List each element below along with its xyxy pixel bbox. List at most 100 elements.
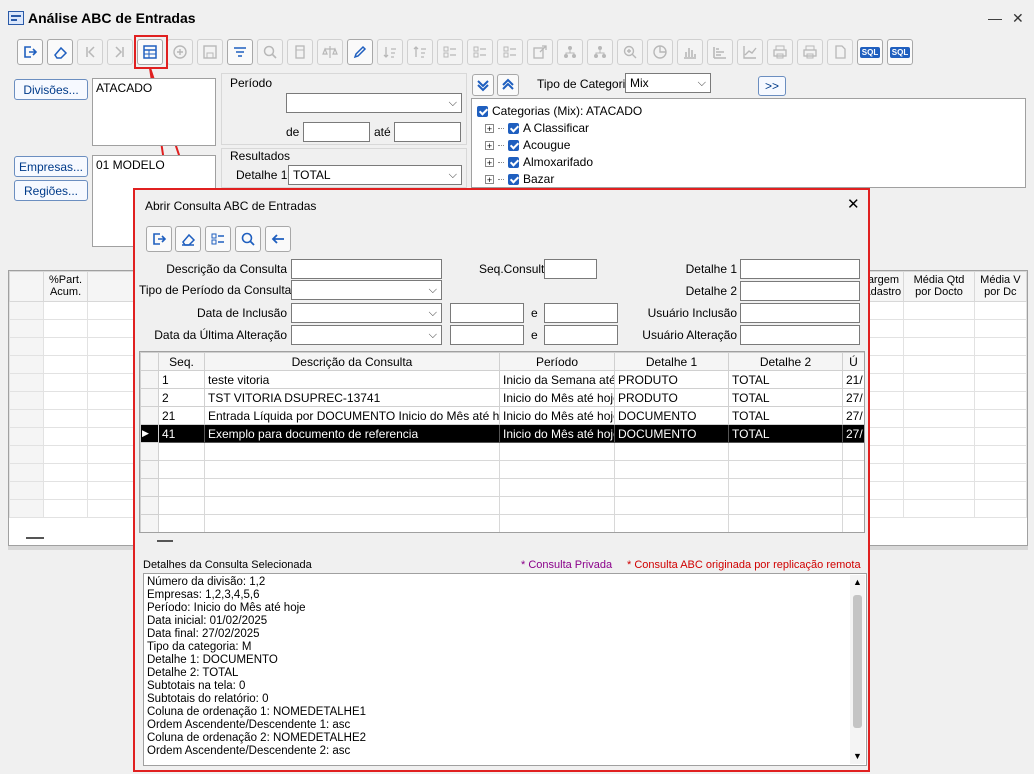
- grid-cell[interactable]: [9, 391, 44, 410]
- grid-cell[interactable]: [42, 301, 89, 320]
- table-cell[interactable]: [614, 460, 729, 479]
- table-row[interactable]: ▶ 41 Exemplo para documento de referencia I…: [140, 424, 864, 443]
- table-cell[interactable]: TOTAL: [728, 424, 843, 443]
- data-inclusao-ate-input[interactable]: [544, 303, 618, 323]
- table-row[interactable]: 1teste vitoriaInicio da Semana até hoPRO…: [140, 370, 864, 389]
- grid-cell[interactable]: [42, 445, 89, 464]
- table-cell[interactable]: [158, 460, 205, 479]
- data-inclusao-de-input[interactable]: [450, 303, 524, 323]
- detalhe1-filter-input[interactable]: [740, 259, 860, 279]
- column-header[interactable]: Descrição da Consulta: [204, 352, 500, 371]
- data-de-input[interactable]: [303, 122, 370, 142]
- table-cell[interactable]: [158, 496, 205, 515]
- table-cell[interactable]: TOTAL: [728, 388, 843, 407]
- grid-cell[interactable]: [903, 373, 975, 392]
- calc-icon[interactable]: [287, 39, 313, 65]
- table-scroll-thumb[interactable]: [157, 540, 173, 542]
- zoom-icon[interactable]: [617, 39, 643, 65]
- table-cell[interactable]: 21: [158, 406, 205, 425]
- list-check2-icon[interactable]: [497, 39, 523, 65]
- table-cell[interactable]: Inicio do Mês até hoje: [499, 406, 615, 425]
- data-alteracao-de-input[interactable]: [450, 325, 524, 345]
- search-icon[interactable]: [235, 226, 261, 252]
- expand-icon[interactable]: +: [485, 140, 494, 150]
- table-cell[interactable]: TOTAL: [728, 406, 843, 425]
- seq-input[interactable]: [544, 259, 597, 279]
- table-cell[interactable]: [728, 496, 843, 515]
- column-header[interactable]: Detalhe 1: [614, 352, 729, 371]
- table-cell[interactable]: 27/: [842, 406, 864, 425]
- expand-icon[interactable]: +: [485, 174, 494, 184]
- table-cell[interactable]: 1: [158, 370, 205, 389]
- grid-cell[interactable]: [903, 301, 975, 320]
- checkbox-icon[interactable]: [508, 156, 519, 168]
- table-cell[interactable]: [842, 496, 864, 515]
- table-cell[interactable]: [842, 478, 864, 497]
- grid-cell[interactable]: [42, 409, 89, 428]
- grid-cell[interactable]: [42, 427, 89, 446]
- grid-cell[interactable]: [9, 445, 44, 464]
- grid-cell[interactable]: [903, 481, 975, 500]
- usuario-alteracao-input[interactable]: [740, 325, 860, 345]
- grid-cell[interactable]: [42, 463, 89, 482]
- table-cell[interactable]: [728, 460, 843, 479]
- grid-cell[interactable]: [903, 337, 975, 356]
- table-cell[interactable]: [842, 514, 864, 532]
- table-cell[interactable]: DOCUMENTO: [614, 424, 729, 443]
- queries-table[interactable]: Seq. Descrição da Consulta Período Detalhe …: [139, 351, 865, 533]
- descricao-input[interactable]: [291, 259, 442, 279]
- data-alteracao-select[interactable]: ⌵: [291, 325, 442, 345]
- grid-cell[interactable]: [973, 391, 1028, 410]
- table-cell[interactable]: [499, 514, 615, 532]
- grid-cell[interactable]: [9, 373, 44, 392]
- grid-cell[interactable]: [903, 427, 975, 446]
- column-header[interactable]: Detalhe 2: [728, 352, 843, 371]
- grid-cell[interactable]: [42, 499, 89, 518]
- grid-cell[interactable]: [903, 391, 975, 410]
- periodo-select[interactable]: ⌵: [286, 93, 462, 113]
- tree-icon[interactable]: [557, 39, 583, 65]
- grid-cell[interactable]: [973, 499, 1028, 518]
- table-cell[interactable]: Inicio do Mês até hoje: [499, 388, 615, 407]
- table-cell[interactable]: DOCUMENTO: [614, 406, 729, 425]
- grid-cell[interactable]: [973, 355, 1028, 374]
- table-cell[interactable]: [728, 514, 843, 532]
- grid-cell[interactable]: [42, 481, 89, 500]
- save-icon[interactable]: [197, 39, 223, 65]
- list-icon[interactable]: [467, 39, 493, 65]
- table-cell[interactable]: 2: [158, 388, 205, 407]
- tree-item[interactable]: + Almoxarifado: [485, 155, 593, 169]
- grid-cell[interactable]: [9, 337, 44, 356]
- table-cell[interactable]: [499, 442, 615, 461]
- table-cell[interactable]: teste vitoria: [204, 370, 500, 389]
- grid-cell[interactable]: [973, 481, 1028, 500]
- grid-cell[interactable]: [973, 445, 1028, 464]
- usuario-inclusao-input[interactable]: [740, 303, 860, 323]
- table-cell[interactable]: [614, 442, 729, 461]
- grid-cell[interactable]: [973, 427, 1028, 446]
- table-cell[interactable]: [614, 496, 729, 515]
- back-arrow-icon[interactable]: [265, 226, 291, 252]
- close-window-icon[interactable]: ✕: [1012, 10, 1024, 27]
- table-cell[interactable]: [728, 442, 843, 461]
- divisoes-list[interactable]: ATACADO: [92, 78, 216, 146]
- table-cell[interactable]: TST VITORIA DSUPREC-13741: [204, 388, 500, 407]
- table-cell[interactable]: [499, 478, 615, 497]
- grid-cell[interactable]: [903, 445, 975, 464]
- table-row[interactable]: 2 TST VITORIA DSUPREC-13741 Inicio do Mês …: [140, 388, 864, 407]
- scroll-thumb[interactable]: [853, 595, 862, 728]
- tree-item[interactable]: + Acougue: [485, 138, 570, 152]
- print-icon[interactable]: [767, 39, 793, 65]
- tipo-periodo-select[interactable]: ⌵: [291, 280, 442, 300]
- table-cell[interactable]: Inicio do Mês até hoje: [499, 424, 615, 443]
- table-cell[interactable]: 21/: [842, 370, 864, 389]
- category-tree[interactable]: Categorias (Mix): ATACADO + A Classificar…: [471, 98, 1026, 188]
- checkbox-icon[interactable]: [508, 173, 519, 185]
- grid-scroll-thumb[interactable]: [26, 537, 44, 539]
- detalhe1-select[interactable]: TOTAL ⌵: [288, 165, 462, 185]
- sql-icon[interactable]: SQL: [857, 39, 883, 65]
- filter-icon[interactable]: [227, 39, 253, 65]
- list-icon[interactable]: [205, 226, 231, 252]
- sort-asc-icon[interactable]: [377, 39, 403, 65]
- grid-cell[interactable]: [973, 337, 1028, 356]
